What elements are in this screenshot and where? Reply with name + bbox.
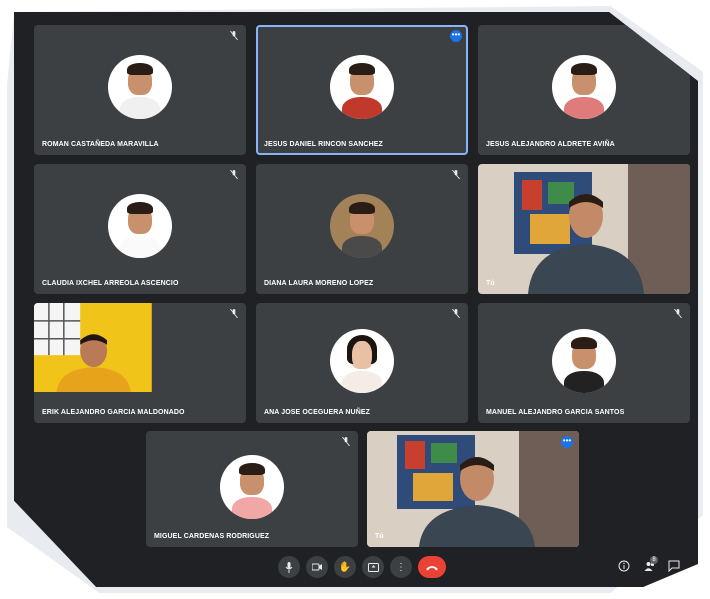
call-controls-bar: ✋ ⋮ 8 (14, 547, 698, 587)
info-icon (618, 560, 630, 572)
camera-feed (34, 303, 152, 393)
avatar (220, 455, 284, 519)
participant-tile[interactable]: ANA JOSE OCEGUERA NUÑEZ (256, 303, 468, 423)
chat-icon (668, 560, 680, 573)
mic-muted-icon (674, 309, 682, 318)
participant-name: JESUS ALEJANDRO ALDRETE AVIÑA (486, 141, 615, 148)
avatar (108, 194, 172, 258)
people-button[interactable]: 8 (644, 556, 658, 575)
mic-muted-icon (230, 170, 238, 179)
avatar (330, 194, 394, 258)
mic-muted-icon (230, 309, 238, 318)
avatar (330, 55, 394, 119)
speaking-indicator-icon: ••• (450, 30, 462, 42)
end-call-icon (426, 565, 438, 570)
participant-name: ANA JOSE OCEGUERA NUÑEZ (264, 409, 371, 416)
mic-muted-icon (342, 437, 350, 446)
participant-name: CLAUDIA IXCHEL ARREOLA ASCENCIO (42, 280, 179, 287)
camera-button[interactable] (306, 556, 328, 578)
participant-name: MIGUEL CARDENAS RODRIGUEZ (154, 533, 270, 540)
participant-name: MANUEL ALEJANDRO GARCIA SANTOS (486, 409, 625, 416)
mic-muted-icon (674, 31, 682, 40)
participant-tile[interactable]: ROMAN CASTAÑEDA MARAVILLA (34, 25, 246, 155)
participant-name: Tú (486, 280, 495, 287)
participant-tile[interactable]: ERIK ALEJANDRO GARCIA MALDONADO (34, 303, 246, 423)
participant-name: ERIK ALEJANDRO GARCIA MALDONADO (42, 409, 185, 416)
participant-name: ROMAN CASTAÑEDA MARAVILLA (42, 141, 159, 148)
more-icon: ⋮ (396, 561, 406, 573)
participant-tile[interactable]: DIANA LAURA MORENO LOPEZ (256, 164, 468, 294)
participant-count-badge: 8 (650, 556, 658, 564)
mic-icon (285, 561, 293, 573)
participant-tile[interactable]: MANUEL ALEJANDRO GARCIA SANTOS (478, 303, 690, 423)
avatar (330, 329, 394, 393)
participant-tile[interactable]: ••• JESUS DANIEL RINCON SANCHEZ (256, 25, 468, 155)
camera-feed (478, 164, 690, 294)
present-icon (367, 562, 379, 572)
present-button[interactable] (362, 556, 384, 578)
avatar (552, 55, 616, 119)
camera-icon (311, 563, 322, 571)
participant-name: DIANA LAURA MORENO LOPEZ (264, 280, 374, 287)
raise-hand-icon: ✋ (338, 561, 352, 573)
meet-window: ROMAN CASTAÑEDA MARAVILLA ••• JESUS DANI… (14, 12, 698, 587)
mic-button[interactable] (278, 556, 300, 578)
avatar (552, 329, 616, 393)
info-button[interactable] (618, 560, 630, 575)
speaking-indicator-icon: ••• (561, 436, 573, 448)
end-call-button[interactable] (418, 556, 446, 578)
mic-muted-icon (452, 170, 460, 179)
participant-name: Tú (375, 533, 384, 540)
chat-button[interactable] (668, 560, 680, 575)
more-options-button[interactable]: ⋮ (390, 556, 412, 578)
participant-tile[interactable]: MIGUEL CARDENAS RODRIGUEZ (146, 431, 358, 547)
avatar (108, 55, 172, 119)
mic-muted-icon (230, 31, 238, 40)
participant-tile[interactable]: CLAUDIA IXCHEL ARREOLA ASCENCIO (34, 164, 246, 294)
mic-muted-icon (452, 309, 460, 318)
participant-name: JESUS DANIEL RINCON SANCHEZ (264, 141, 383, 148)
participant-tile-self[interactable]: ••• Tú (367, 431, 579, 547)
camera-feed (367, 431, 579, 547)
participant-tile-self[interactable]: Tú (478, 164, 690, 294)
raise-hand-button[interactable]: ✋ (334, 556, 356, 578)
